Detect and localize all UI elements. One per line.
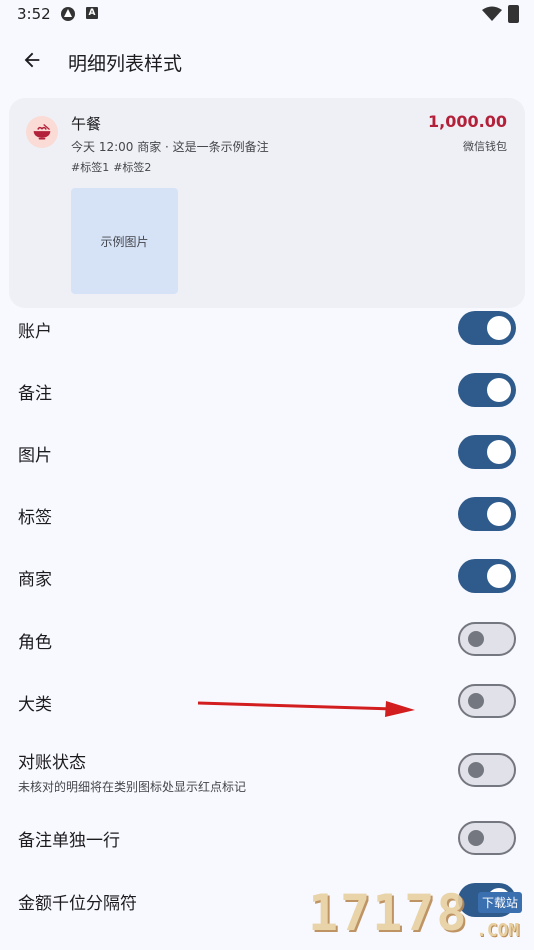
app-bar: 明细列表样式 (0, 36, 534, 88)
toggle-tag[interactable] (458, 497, 516, 531)
watermark-badge: 下载站 (478, 892, 523, 913)
setting-row-note-separate-line[interactable]: 备注单独一行 (0, 806, 534, 868)
switch-thumb (487, 564, 511, 588)
watermark-domain: .COM (476, 920, 520, 941)
toggle-account[interactable] (458, 311, 516, 345)
switch-thumb (487, 378, 511, 402)
watermark-digits: 17178 (308, 884, 469, 942)
toggle-category-group[interactable] (458, 684, 516, 718)
switch-thumb (468, 830, 484, 846)
setting-label: 角色 (18, 633, 52, 653)
arrow-left-icon (24, 52, 40, 68)
entry-subtitle: 今天 12:00 商家 · 这是一条示例备注 (71, 140, 269, 154)
toggle-image[interactable] (458, 435, 516, 469)
battery-icon (508, 5, 519, 23)
setting-label: 金额千位分隔符 (18, 894, 137, 914)
switch-thumb (468, 762, 484, 778)
setting-label: 标签 (18, 508, 52, 528)
status-time: 3:52 (17, 5, 51, 23)
setting-label: 对账状态 (18, 753, 86, 773)
setting-row-image[interactable]: 图片 (0, 421, 534, 483)
watermark-logo: 17178 下载站 .COM (308, 884, 534, 950)
back-button[interactable] (14, 42, 50, 78)
setting-row-tag[interactable]: 标签 (0, 483, 534, 545)
setting-label: 大类 (18, 695, 52, 715)
setting-description: 未核对的明细将在类别图标处显示红点标记 (18, 780, 247, 794)
category-avatar (26, 116, 58, 148)
tag-label: #标签1 (71, 161, 110, 174)
toggle-note-separate-line[interactable] (458, 821, 516, 855)
setting-row-reconcile[interactable]: 对账状态 未核对的明细将在类别图标处显示红点标记 (0, 738, 534, 806)
entry-amount: 1,000.00 (428, 112, 507, 131)
setting-row-merchant[interactable]: 商家 (0, 545, 534, 607)
entry-title: 午餐 (71, 115, 102, 133)
switch-thumb (487, 316, 511, 340)
switch-thumb (468, 631, 484, 647)
sync-icon (61, 7, 75, 21)
wifi-icon (482, 6, 502, 21)
bowl-icon (33, 124, 51, 140)
setting-row-account[interactable]: 账户 (0, 297, 534, 359)
tag-label: #标签2 (113, 161, 152, 174)
setting-row-note[interactable]: 备注 (0, 359, 534, 421)
example-image-label: 示例图片 (100, 234, 149, 249)
setting-label: 账户 (18, 322, 52, 342)
entry-preview-card: 午餐 1,000.00 今天 12:00 商家 · 这是一条示例备注 微信钱包 … (9, 98, 525, 308)
setting-label: 图片 (18, 446, 52, 466)
entry-tags: #标签1 #标签2 (71, 159, 155, 175)
notification-a-icon: A (86, 7, 98, 19)
toggle-note[interactable] (458, 373, 516, 407)
page-title: 明细列表样式 (68, 53, 183, 75)
setting-label: 商家 (18, 570, 52, 590)
toggle-merchant[interactable] (458, 559, 516, 593)
switch-thumb (468, 693, 484, 709)
switch-thumb (487, 440, 511, 464)
toggle-role[interactable] (458, 622, 516, 656)
red-arrow-annotation (197, 701, 415, 717)
status-bar: 3:52 A (0, 0, 534, 30)
setting-label: 备注 (18, 384, 52, 404)
setting-row-role[interactable]: 角色 (0, 608, 534, 670)
switch-thumb (487, 502, 511, 526)
example-image: 示例图片 (71, 188, 178, 294)
setting-label: 备注单独一行 (18, 831, 120, 851)
toggle-reconcile[interactable] (458, 753, 516, 787)
entry-account: 微信钱包 (463, 140, 507, 153)
